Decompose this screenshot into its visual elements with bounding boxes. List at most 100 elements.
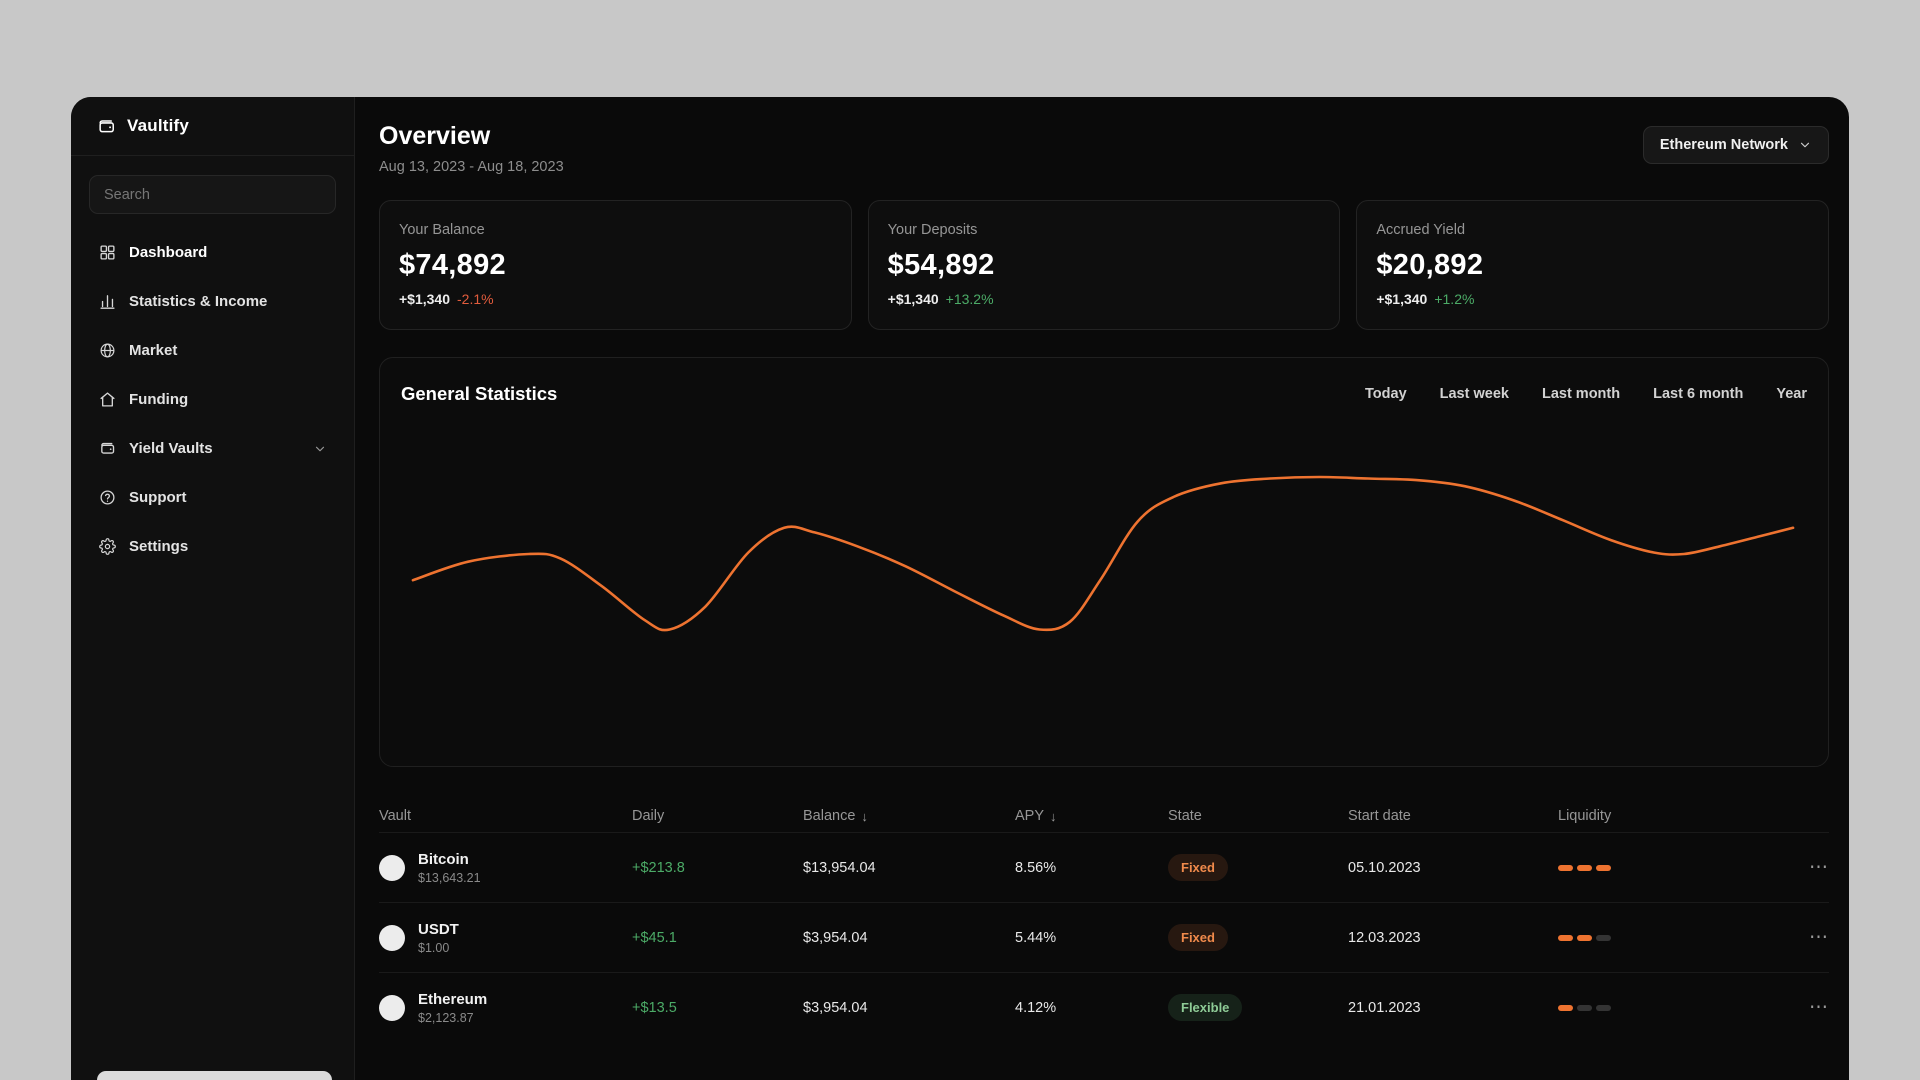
row-menu-button[interactable]: ⋯ <box>1783 856 1829 879</box>
column-header-balance[interactable]: Balance ↓ <box>803 808 1015 824</box>
apy-value: 8.56% <box>1015 859 1057 876</box>
date-range: Aug 13, 2023 - Aug 18, 2023 <box>379 159 564 175</box>
column-header-start-date[interactable]: Start date <box>1348 808 1558 824</box>
main-content: Overview Aug 13, 2023 - Aug 18, 2023 Eth… <box>355 97 1849 1080</box>
vault-cell: Bitcoin $13,643.21 <box>379 851 632 885</box>
column-header-vault[interactable]: Vault <box>379 808 632 824</box>
row-menu-button[interactable]: ⋯ <box>1783 926 1829 949</box>
stat-change-percent: -2.1% <box>457 291 494 307</box>
chevron-down-icon <box>1798 138 1812 152</box>
app-name: Vaultify <box>127 116 190 135</box>
filter-last-6-month[interactable]: Last 6 month <box>1653 386 1743 402</box>
liquidity-dot <box>1577 864 1592 871</box>
home-icon <box>98 391 116 409</box>
stat-card-label: Accrued Yield <box>1376 222 1466 238</box>
state-cell: Flexible <box>1168 994 1348 1021</box>
sidebar-item-market[interactable]: Market <box>71 326 354 375</box>
stat-change-amount: +$1,340 <box>887 291 939 307</box>
coin-icon <box>379 854 405 881</box>
liquidity-dot <box>1596 1004 1611 1011</box>
column-label: Balance <box>803 808 856 824</box>
stat-card-label: Your Balance <box>399 222 485 238</box>
daily-change: +$45.1 <box>632 929 677 946</box>
balance-value: $13,954.04 <box>803 859 876 876</box>
stat-change-percent: +13.2% <box>945 291 994 307</box>
search-input[interactable] <box>89 175 336 214</box>
network-selector-button[interactable]: Ethereum Network <box>1642 126 1829 164</box>
sort-desc-icon: ↓ <box>861 808 868 824</box>
coin-icon <box>379 924 405 951</box>
search-container <box>71 156 354 214</box>
panel-title: General Statistics <box>401 383 558 404</box>
liquidity-dot <box>1558 864 1573 871</box>
column-label: APY <box>1015 808 1045 824</box>
liquidity-indicator <box>1558 864 1783 871</box>
liquidity-dot <box>1577 934 1592 941</box>
liquidity-dot <box>1558 1004 1573 1011</box>
globe-icon <box>98 342 116 360</box>
vault-price: $13,643.21 <box>418 870 481 885</box>
filter-last-week[interactable]: Last week <box>1440 386 1509 402</box>
sort-desc-icon: ↓ <box>1050 808 1057 824</box>
sidebar-item-label: Funding <box>129 391 189 408</box>
sidebar: Vaultify Dashboard <box>71 97 355 1080</box>
stat-change-amount: +$1,340 <box>399 291 450 307</box>
column-header-liquidity[interactable]: Liquidity <box>1558 808 1783 824</box>
start-date: 12.03.2023 <box>1348 929 1421 946</box>
stat-card-value: $74,892 <box>399 249 506 281</box>
time-filters: Today Last week Last month Last 6 month … <box>1365 386 1807 402</box>
stat-card-change: +$1,340 -2.1% <box>399 291 832 307</box>
dashboard-grid-icon <box>98 244 116 262</box>
liquidity-dot <box>1596 934 1611 941</box>
sidebar-item-statistics-income[interactable]: Statistics & Income <box>71 277 354 326</box>
start-date: 05.10.2023 <box>1348 859 1421 876</box>
filter-last-month[interactable]: Last month <box>1542 386 1620 402</box>
column-label: Start date <box>1348 808 1411 824</box>
liquidity-dot <box>1558 934 1573 941</box>
vault-text: USDT $1.00 <box>418 921 459 955</box>
sidebar-item-dashboard[interactable]: Dashboard <box>71 228 354 277</box>
filter-today[interactable]: Today <box>1365 386 1407 402</box>
liquidity-indicator <box>1558 1004 1783 1011</box>
sidebar-item-support[interactable]: Support <box>71 473 354 522</box>
state-cell: Fixed <box>1168 924 1348 951</box>
table-row-bitcoin[interactable]: Bitcoin $13,643.21 +$213.8 $13,954.04 8.… <box>379 832 1829 902</box>
stat-card-change: +$1,340 +1.2% <box>1376 291 1809 307</box>
app-window: Vaultify Dashboard <box>71 97 1849 1080</box>
start-date: 21.01.2023 <box>1348 999 1421 1016</box>
sidebar-item-settings[interactable]: Settings <box>71 522 354 571</box>
column-header-apy[interactable]: APY ↓ <box>1015 808 1168 824</box>
vault-price: $2,123.87 <box>418 1010 474 1025</box>
stat-change-amount: +$1,340 <box>1376 291 1428 307</box>
table-row-usdt[interactable]: USDT $1.00 +$45.1 $3,954.04 5.44% Fixed … <box>379 902 1829 972</box>
sidebar-item-yield-vaults[interactable]: Yield Vaults <box>71 424 354 473</box>
vaults-table: Vault Daily Balance ↓ APY ↓ State Start da… <box>379 800 1829 1042</box>
sidebar-item-label: Yield Vaults <box>129 440 213 457</box>
sidebar-item-label: Dashboard <box>129 244 208 261</box>
bar-chart-icon <box>98 293 116 311</box>
stat-card-label: Your Deposits <box>887 222 978 238</box>
network-selector-label: Ethereum Network <box>1659 137 1788 153</box>
app-logo: Vaultify <box>71 97 354 156</box>
state-badge: Fixed <box>1168 924 1228 951</box>
daily-change: +$13.5 <box>632 999 677 1016</box>
table-header-row: Vault Daily Balance ↓ APY ↓ State Start da… <box>379 800 1829 832</box>
sidebar-item-label: Statistics & Income <box>129 293 268 310</box>
filter-year[interactable]: Year <box>1776 386 1807 402</box>
table-row-ethereum[interactable]: Ethereum $2,123.87 +$13.5 $3,954.04 4.12… <box>379 972 1829 1042</box>
vault-text: Ethereum $2,123.87 <box>418 991 487 1025</box>
liquidity-dot <box>1577 1004 1592 1011</box>
stat-cards-row: Your Balance $74,892 +$1,340 -2.1% Your … <box>379 200 1830 330</box>
vault-name: Bitcoin <box>418 850 469 868</box>
stat-card-change: +$1,340 +13.2% <box>888 291 1321 307</box>
balance-value: $3,954.04 <box>803 999 868 1016</box>
sidebar-bottom-panel <box>97 1071 332 1080</box>
chevron-down-icon <box>313 442 327 456</box>
row-menu-button[interactable]: ⋯ <box>1783 996 1829 1019</box>
wallet-logo-icon <box>97 117 116 136</box>
column-header-daily[interactable]: Daily <box>632 808 803 824</box>
liquidity-indicator <box>1558 934 1783 941</box>
line-chart <box>411 475 1795 632</box>
sidebar-item-funding[interactable]: Funding <box>71 375 354 424</box>
column-header-state[interactable]: State <box>1168 808 1348 824</box>
